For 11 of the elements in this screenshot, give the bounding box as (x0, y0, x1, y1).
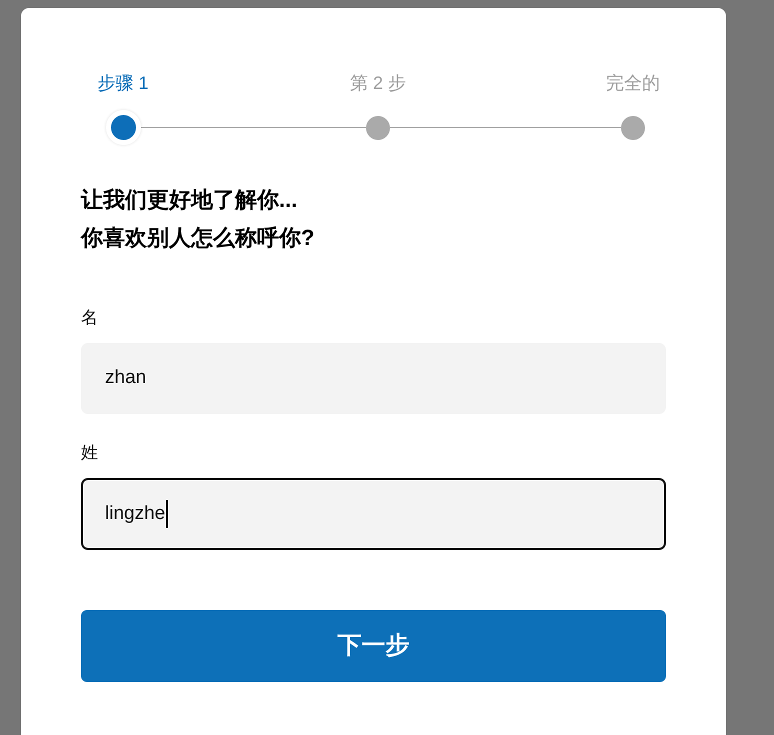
field-label: 名 (81, 307, 99, 329)
text-field[interactable]: lingzhe (81, 478, 666, 550)
text-field[interactable]: zhan (81, 343, 666, 414)
next-button[interactable]: 下一步 (81, 610, 666, 682)
step-label: 第 2 步 (350, 72, 406, 94)
field-label: 姓 (81, 442, 99, 464)
step-label: 步骤 1 (97, 72, 148, 94)
heading-text: 你喜欢别人怎么称呼你? (81, 224, 316, 252)
heading-text: 让我们更好地了解你... (81, 186, 298, 214)
step-label: 完全的 (606, 72, 660, 94)
text-cursor-icon (166, 500, 168, 528)
